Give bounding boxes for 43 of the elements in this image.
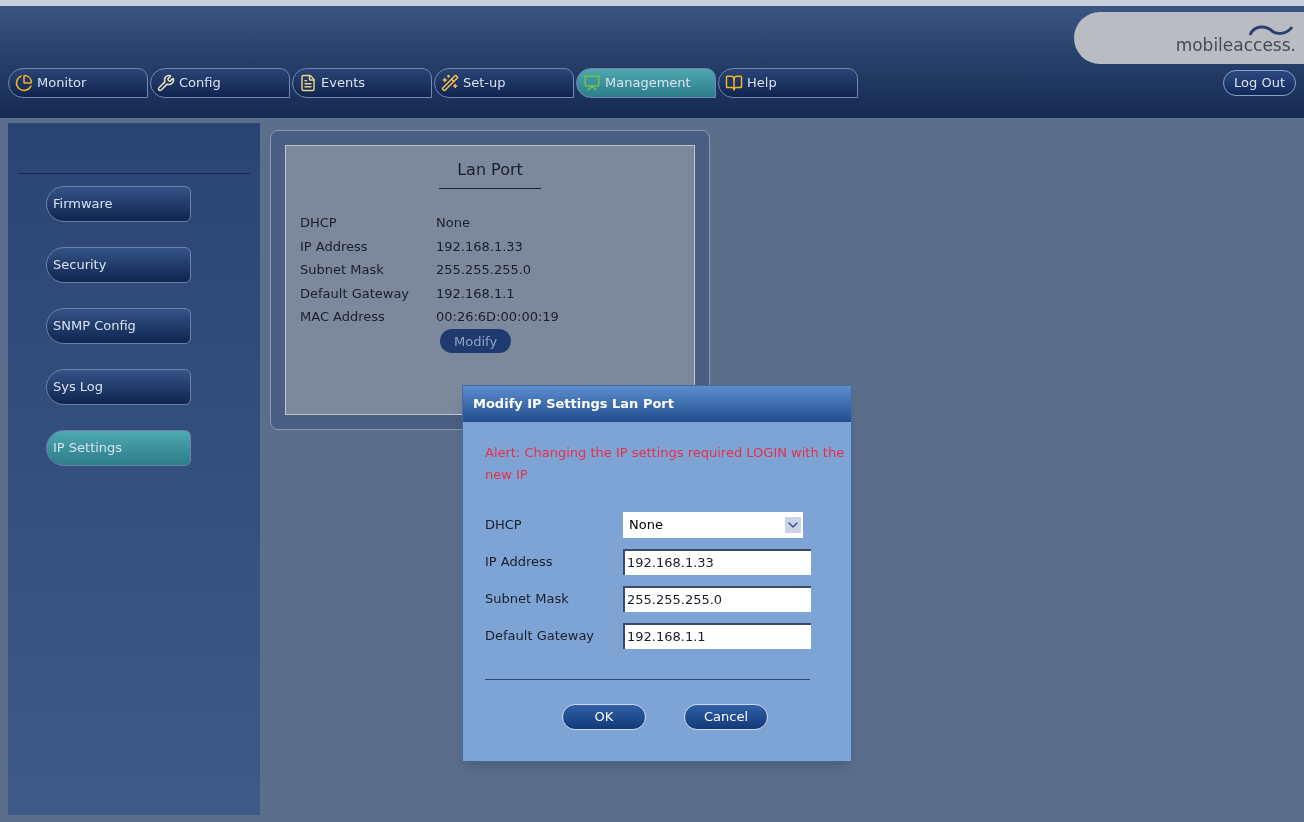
nav-tab[interactable]: Set-up [434,68,574,98]
dhcp-dropdown[interactable]: None [623,512,803,538]
form-label: Subnet Mask [485,590,570,609]
form-label: Default Gateway [485,627,596,646]
field-value: 00:26:6D:00:00:19 [436,308,560,326]
dialog-button[interactable]: OK [562,704,646,730]
input-field[interactable]: 192.168.1.33 [623,549,811,575]
field-value: 192.168.1.33 [436,237,524,256]
dialog-title: Modify IP Settings Lan Port [463,386,851,422]
input-field[interactable]: 192.168.1.1 [623,623,811,649]
field-label: Default Gateway [300,284,411,303]
sidebar-item[interactable]: Security [46,247,191,283]
field-label: DHCP [300,214,338,232]
modify-button[interactable]: Modify [440,329,512,354]
field-label: MAC Address [300,308,386,326]
swoosh-icon [1246,22,1296,37]
alert-message: Alert: Changing the IP settings required LOGIN with the new IP [485,444,845,484]
field-value: 255.255.255.0 [436,261,533,279]
nav-tab[interactable]: Events [292,68,432,98]
panel-title: Lan Port [439,158,541,189]
document-icon [299,74,317,92]
logout-button[interactable]: Log Out [1223,70,1296,96]
nav-tab[interactable]: Help [718,68,858,98]
field-value: None [436,214,471,232]
chart-board-icon [583,74,601,92]
wrench-icon [157,74,175,92]
input-field[interactable]: 255.255.255.0 [623,586,811,612]
pie-chart-icon [15,74,33,92]
form-label: IP Address [485,553,554,572]
sidebar-item[interactable]: SNMP Config [46,308,191,344]
field-value: 192.168.1.1 [436,284,516,303]
logo-text: mobileaccess. [1175,36,1296,54]
wand-icon [441,74,459,92]
sidebar-item[interactable]: Firmware [46,186,191,222]
nav-tab[interactable]: Config [150,68,290,98]
field-label: IP Address [300,237,369,256]
book-icon [725,74,743,92]
field-label: Subnet Mask [300,261,385,279]
chevron-down-icon [785,517,801,533]
nav-tab[interactable]: Monitor [8,68,148,98]
sidebar-item[interactable]: Sys Log [46,369,191,405]
dialog-button[interactable]: Cancel [684,704,768,730]
form-label: DHCP [485,516,523,535]
